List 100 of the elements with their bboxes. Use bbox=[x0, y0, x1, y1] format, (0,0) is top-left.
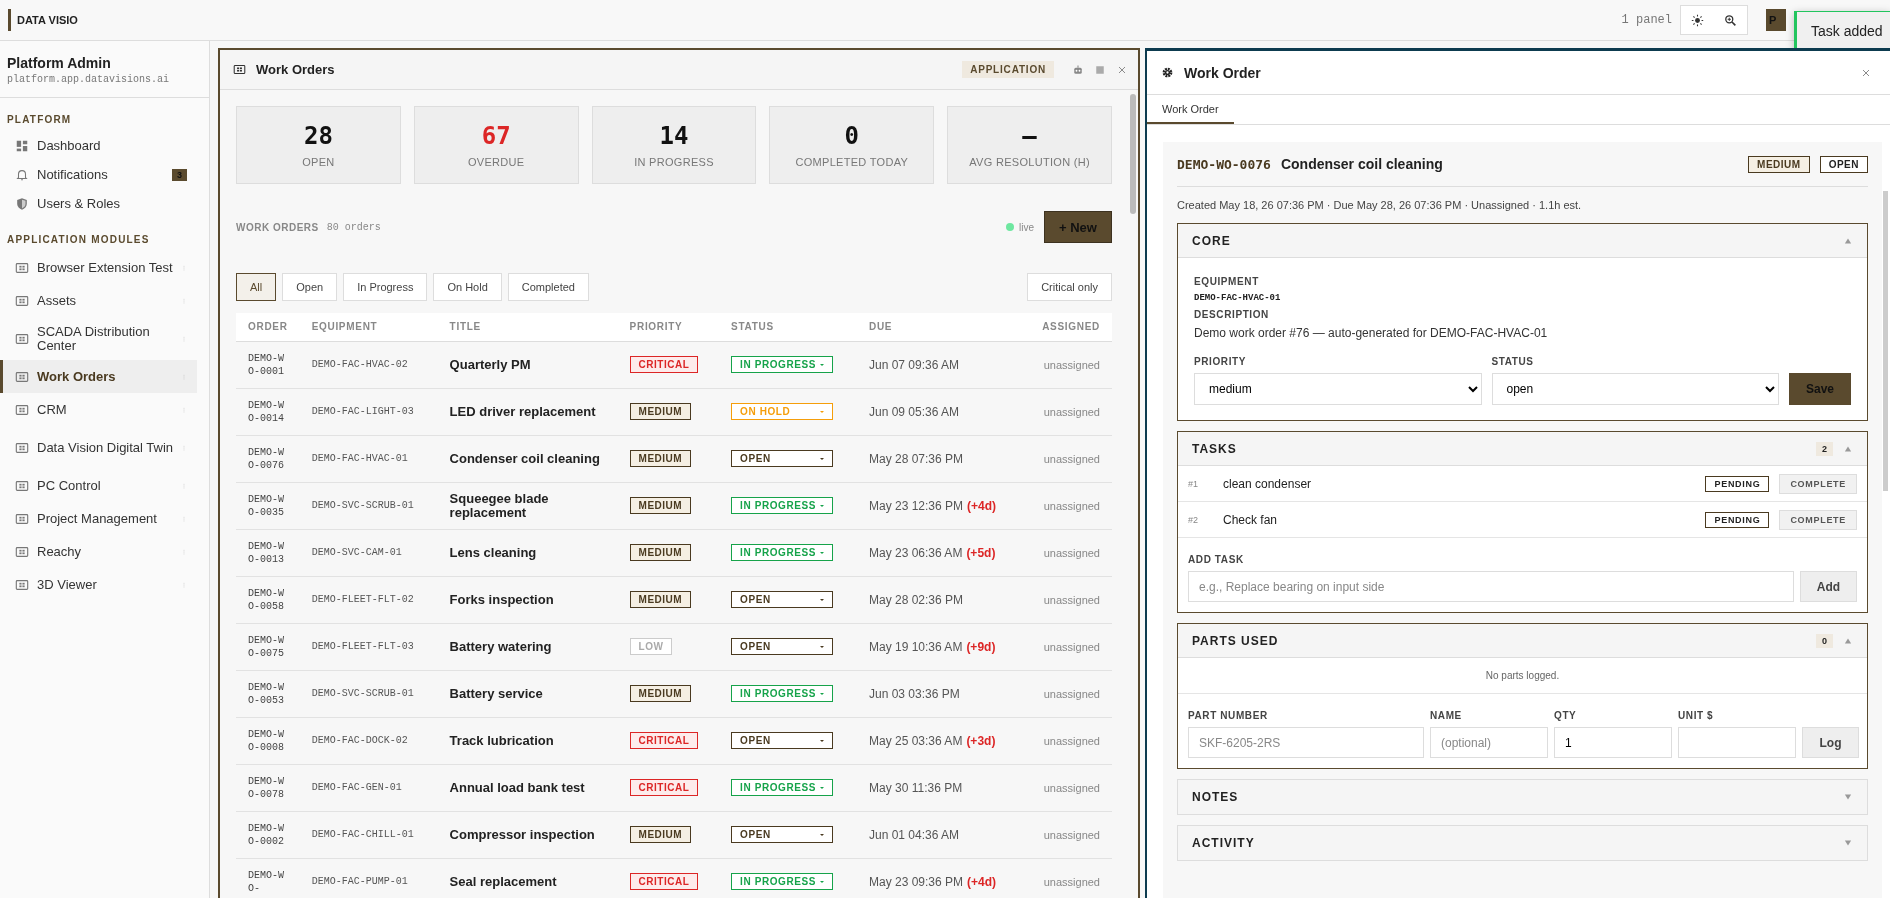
task-toast: Task added bbox=[1794, 11, 1890, 51]
overdue-label: (+9d) bbox=[966, 639, 996, 654]
table-cell: unassigned bbox=[1022, 623, 1112, 670]
table-cell: DEMO-FAC-GEN-01 bbox=[299, 764, 438, 811]
table-cell: unassigned bbox=[1022, 858, 1112, 898]
filter-button[interactable]: Completed bbox=[507, 273, 589, 301]
log-button[interactable]: Log bbox=[1802, 727, 1859, 758]
brightness-icon[interactable] bbox=[1691, 13, 1704, 27]
expand-icon[interactable] bbox=[1843, 838, 1853, 848]
column-header: STATUS bbox=[719, 313, 857, 341]
stat-value: 14 bbox=[659, 122, 689, 150]
field-label: NAME bbox=[1430, 710, 1463, 721]
part-input[interactable]: SKF-6205-2RS bbox=[1188, 727, 1424, 758]
field-label: EQUIPMENT bbox=[1194, 276, 1260, 287]
sidebar-item[interactable]: Browser Extension Test bbox=[0, 251, 197, 284]
status-select[interactable]: open bbox=[1491, 373, 1779, 405]
status-badge: OPEN bbox=[1819, 155, 1868, 173]
priority-badge: LOW bbox=[629, 638, 673, 655]
priority-select[interactable]: medium bbox=[1194, 373, 1482, 405]
column-header: ORDER bbox=[236, 313, 300, 341]
field-label: UNIT $ bbox=[1678, 710, 1715, 721]
field-label: PART NUMBER bbox=[1188, 710, 1269, 721]
add-button[interactable]: Add bbox=[1800, 571, 1857, 602]
section-header[interactable]: TASKS 2 bbox=[1178, 432, 1867, 466]
status-dropdown[interactable]: OPEN bbox=[731, 450, 834, 467]
task-input[interactable]: e.g., Replace bearing on input side bbox=[1188, 571, 1794, 602]
filter-toggle[interactable]: Critical only bbox=[1027, 273, 1112, 301]
sidebar-item[interactable]: SCADA Distribution Center bbox=[0, 317, 197, 360]
sidebar-item[interactable]: Notifications 3 bbox=[0, 160, 197, 189]
priority-badge: MEDIUM bbox=[629, 450, 692, 467]
sidebar-item[interactable]: Assets bbox=[0, 284, 197, 317]
sidebar-item[interactable]: Dashboard bbox=[0, 131, 197, 160]
module-icon bbox=[15, 577, 29, 592]
sidebar-item[interactable]: CRM bbox=[0, 393, 197, 426]
table-cell: Lens cleaning bbox=[437, 529, 618, 576]
status-dropdown[interactable]: OPEN bbox=[731, 826, 834, 843]
sidebar-item[interactable]: Project Management bbox=[0, 502, 197, 535]
module-icon bbox=[15, 402, 29, 417]
task-label: Check fan bbox=[1223, 512, 1279, 527]
sidebar-item[interactable]: Data Vision Digital Twin bbox=[0, 426, 197, 469]
scrollbar[interactable] bbox=[1883, 191, 1888, 491]
table-cell: unassigned bbox=[1022, 341, 1112, 388]
due-date: May 23 12:36 PM bbox=[869, 498, 964, 513]
task-label: clean condenser bbox=[1223, 476, 1313, 491]
status-dropdown[interactable]: OPEN bbox=[731, 591, 834, 608]
tab[interactable]: Work Order bbox=[1147, 95, 1234, 124]
table-cell: DEMO-FLEET-FLT-02 bbox=[299, 576, 438, 623]
table-cell: DEMO-FAC-LIGHT-03 bbox=[299, 388, 438, 435]
table-cell: unassigned bbox=[1022, 482, 1112, 529]
overdue-label: (+3d) bbox=[966, 733, 996, 748]
order-meta: Created May 18, 26 07:36 PM · Due May 28, 26 07:36 PM · Unassigned · 1.1h est. bbox=[1177, 198, 1583, 213]
sidebar-item[interactable]: PC Control bbox=[0, 469, 197, 502]
equipment-value: DEMO-FAC-HVAC-01 bbox=[1194, 293, 1282, 303]
count-badge: 3 bbox=[172, 168, 187, 181]
expand-icon[interactable] bbox=[1843, 792, 1853, 802]
part-input[interactable] bbox=[1678, 727, 1796, 758]
sidebar-item[interactable]: Reachy bbox=[0, 535, 197, 568]
table-cell: DEMO-FAC-CHILL-01 bbox=[299, 811, 438, 858]
filter-button[interactable]: On Hold bbox=[433, 273, 502, 301]
section-header[interactable]: PARTS USED 0 bbox=[1178, 624, 1867, 658]
empty-message: No parts logged. bbox=[1178, 658, 1867, 694]
order-title: Condenser coil cleaning bbox=[1280, 156, 1444, 172]
sidebar-item[interactable]: Users & Roles bbox=[0, 189, 197, 218]
due-date: May 23 06:36 AM bbox=[869, 545, 963, 560]
column-header: TITLE bbox=[437, 313, 618, 341]
robot-icon[interactable] bbox=[1072, 63, 1084, 76]
table-cell: Jun 07 09:36 AM bbox=[857, 341, 1023, 388]
sidebar-item[interactable]: 3D Viewer bbox=[0, 568, 197, 601]
part-input[interactable]: 1 bbox=[1554, 727, 1672, 758]
table-cell: DEMO-WO-0013 bbox=[236, 529, 300, 576]
table-cell: unassigned bbox=[1022, 670, 1112, 717]
sidebar-item[interactable]: Work Orders bbox=[0, 360, 197, 393]
stat-value: 0 bbox=[844, 122, 859, 150]
status-dropdown[interactable]: OPEN bbox=[731, 638, 834, 655]
complete-button[interactable]: COMPLETE bbox=[1779, 473, 1857, 494]
scrollbar[interactable] bbox=[1130, 94, 1136, 214]
order-id: DEMO-WO-0076 bbox=[1177, 156, 1271, 172]
status-dropdown[interactable]: OPEN bbox=[731, 732, 834, 749]
zoom-icon[interactable] bbox=[1724, 13, 1737, 27]
part-input[interactable]: (optional) bbox=[1430, 727, 1548, 758]
filter-button[interactable]: All bbox=[236, 273, 277, 301]
bell-icon bbox=[15, 167, 29, 182]
panel-tag: APPLICATION bbox=[962, 61, 1054, 78]
maximize-icon[interactable] bbox=[1094, 63, 1106, 76]
due-date: May 23 09:36 PM bbox=[869, 874, 964, 889]
order-count: 80 orders bbox=[326, 221, 382, 233]
priority-badge: MEDIUM bbox=[629, 591, 692, 608]
filter-button[interactable]: In Progress bbox=[343, 273, 428, 301]
field-label: PRIORITY bbox=[1194, 356, 1248, 367]
table-cell: Track lubrication bbox=[437, 717, 618, 764]
filter-button[interactable]: Open bbox=[282, 273, 338, 301]
live-dot bbox=[1006, 223, 1014, 231]
gear-icon bbox=[1161, 66, 1174, 79]
table-cell: DEMO-SVC-CAM-01 bbox=[299, 529, 438, 576]
complete-button[interactable]: COMPLETE bbox=[1779, 509, 1857, 530]
section-title: PLATFORM bbox=[6, 113, 73, 127]
count-badge: 2 bbox=[1816, 441, 1833, 456]
section-header[interactable]: CORE bbox=[1178, 224, 1867, 258]
table-cell: May 30 11:36 PM bbox=[857, 764, 1023, 811]
table-cell: DEMO-WO- bbox=[236, 858, 300, 898]
